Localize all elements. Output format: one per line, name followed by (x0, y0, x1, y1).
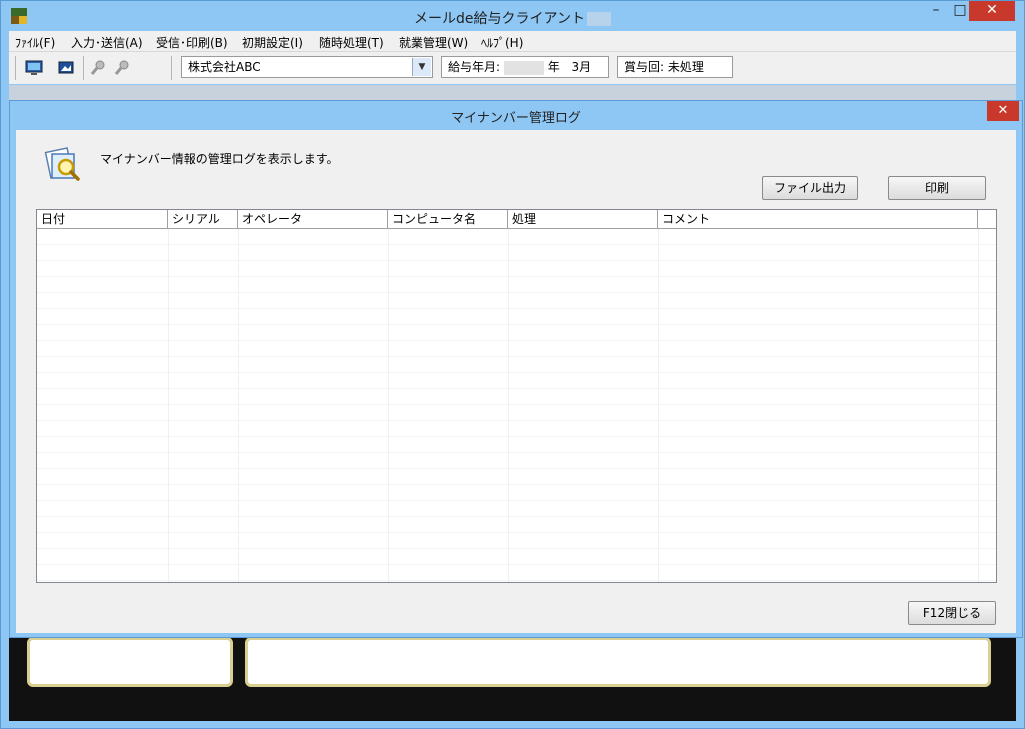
pay-month-month: 3月 (571, 60, 592, 74)
column-divider (508, 229, 509, 582)
bonus-label: 賞与回: 未処理 (624, 60, 704, 74)
dialog-description: マイナンバー情報の管理ログを表示します。 (100, 152, 339, 166)
close-window-button[interactable]: ✕ (969, 1, 1015, 21)
menu-bar: ﾌｧｲﾙ(F) 入力･送信(A) 受信･印刷(B) 初期設定(I) 随時処理(T… (9, 31, 1016, 51)
column-divider (238, 229, 239, 582)
menu-file[interactable]: ﾌｧｲﾙ(F) (15, 34, 55, 51)
pay-month-field: 給与年月: 年 3月 (441, 56, 609, 78)
column-header-date[interactable]: 日付 (37, 210, 168, 228)
column-divider (388, 229, 389, 582)
dialog-close-button[interactable]: ✕ (987, 101, 1019, 121)
column-divider (168, 229, 169, 582)
mynumber-log-dialog: マイナンバー管理ログ ✕ マイナンバー情報の管理ログを表示します。 ファイル出力… (9, 100, 1023, 638)
log-table-header: 日付 シリアル オペレータ コンピュータ名 処理 コメント (37, 210, 996, 229)
column-header-filler (978, 210, 996, 228)
column-header-process[interactable]: 処理 (508, 210, 658, 228)
menu-attendance[interactable]: 就業管理(W) (399, 34, 468, 51)
minimize-button[interactable]: – (923, 1, 949, 21)
toolbar-separator (15, 56, 16, 80)
toolbar: 株式会社ABC ▼ 給与年月: 年 3月 賞与回: 未処理 (9, 51, 1016, 84)
column-header-serial[interactable]: シリアル (168, 210, 238, 228)
toolbar-separator (171, 56, 172, 80)
menu-help[interactable]: ﾍﾙﾌﾟ(H) (481, 34, 523, 51)
column-header-operator[interactable]: オペレータ (238, 210, 388, 228)
chevron-down-icon[interactable]: ▼ (412, 58, 431, 76)
search-key-icon-2[interactable] (113, 59, 131, 77)
column-header-comment[interactable]: コメント (658, 210, 978, 228)
monitor-icon[interactable] (25, 59, 43, 77)
menu-input-send[interactable]: 入力･送信(A) (71, 34, 143, 51)
pay-month-label: 給与年月: (448, 60, 501, 74)
print-button[interactable]: 印刷 (888, 176, 986, 200)
redacted-year (503, 60, 544, 75)
dialog-body: マイナンバー情報の管理ログを表示します。 ファイル出力 印刷 日付 シリアル オ… (16, 130, 1016, 633)
column-header-computer[interactable]: コンピュータ名 (388, 210, 508, 228)
redacted-block (586, 12, 611, 26)
search-key-icon[interactable] (89, 59, 107, 77)
bonus-field: 賞与回: 未処理 (617, 56, 733, 78)
column-divider (658, 229, 659, 582)
log-table[interactable]: 日付 シリアル オペレータ コンピュータ名 処理 コメント (36, 209, 997, 583)
dialog-title: マイナンバー管理ログ (451, 111, 581, 126)
pay-month-year-suffix: 年 (547, 60, 560, 74)
file-output-button[interactable]: ファイル出力 (762, 176, 858, 200)
background-panel-right (245, 637, 991, 687)
menu-initial-settings[interactable]: 初期設定(I) (242, 34, 303, 51)
log-table-body (37, 229, 996, 582)
toolbar-separator (83, 56, 84, 80)
image-icon[interactable] (57, 59, 75, 77)
app-title-text: メールde給与クライアント (414, 11, 585, 27)
title-bar: メールde給与クライアント – □ ✕ (1, 1, 1024, 31)
document-search-icon (44, 146, 84, 182)
menu-receive-print[interactable]: 受信･印刷(B) (156, 34, 228, 51)
menu-ad-hoc[interactable]: 随時処理(T) (319, 34, 384, 51)
company-select[interactable]: 株式会社ABC ▼ (181, 56, 433, 78)
column-divider (978, 229, 979, 582)
company-select-value: 株式会社ABC (188, 60, 261, 74)
background-panel-left (27, 637, 233, 687)
app-title: メールde給与クライアント (1, 8, 1024, 28)
close-f12-button[interactable]: F12閉じる (908, 601, 996, 625)
